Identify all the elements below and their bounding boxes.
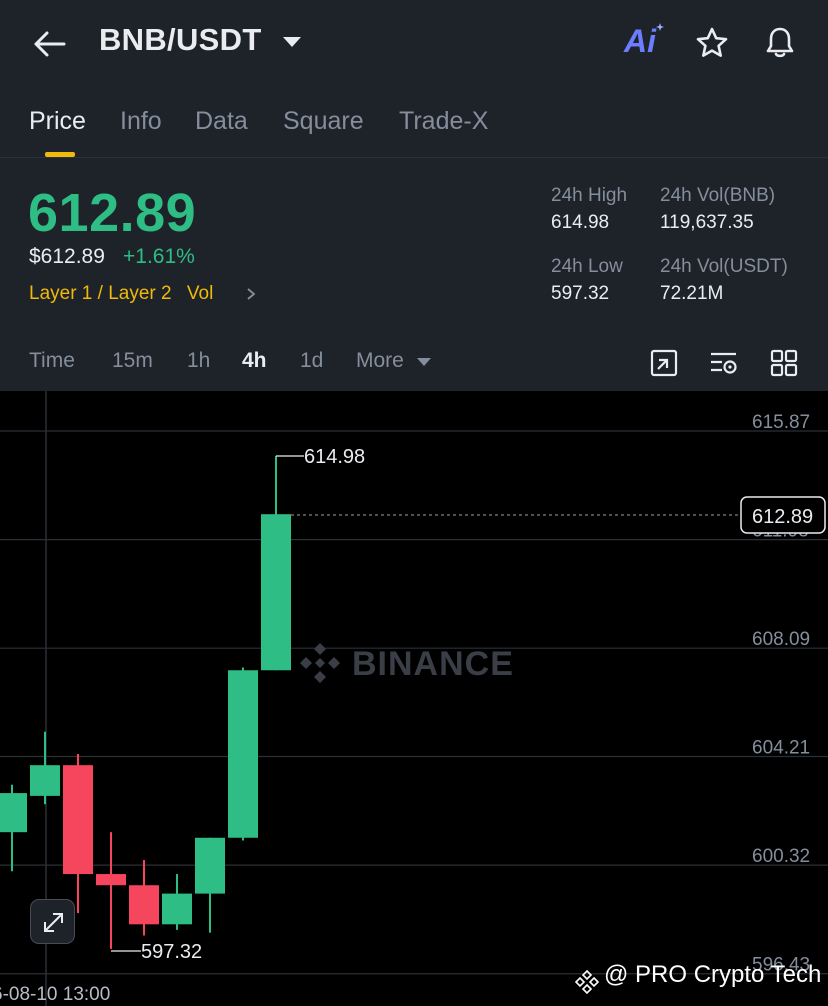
candlestick-chart[interactable]: 615.87611.98608.09604.21600.32596.43 BIN…: [0, 391, 828, 1006]
candle-body: [129, 885, 159, 925]
y-axis-tick-label: 615.87: [752, 412, 810, 433]
candle: [63, 754, 93, 914]
vol-quote-label: 24h Vol(USDT): [660, 256, 788, 277]
sector-tag[interactable]: Layer 1 / Layer 2 Vol: [29, 283, 213, 305]
high-label: 24h High: [551, 185, 628, 206]
vol-quote-value: 72.21M: [660, 283, 724, 304]
candle: [228, 667, 258, 841]
current-price-label: 612.89: [752, 506, 813, 528]
low-value: 597.32: [551, 283, 610, 304]
x-axis-time-label: 6-08-10 13:00: [0, 984, 110, 1005]
candles: [0, 455, 291, 949]
tab-square[interactable]: Square: [283, 107, 364, 136]
tab-price[interactable]: Price: [29, 107, 86, 136]
header: BNB/USDT Ai: [0, 0, 828, 90]
timeframe-more[interactable]: More: [356, 349, 404, 373]
chart-canvas[interactable]: 615.87611.98608.09604.21600.32596.43 BIN…: [0, 391, 828, 1006]
candle: [162, 874, 192, 930]
candle-body: [63, 765, 93, 875]
timeframe-time[interactable]: Time: [29, 349, 75, 373]
candle-body: [228, 670, 258, 838]
high-value: 614.98: [551, 212, 610, 233]
chart-grid: 615.87611.98608.09604.21600.32596.43: [0, 412, 828, 976]
chart-mode-icon[interactable]: [649, 348, 679, 378]
candle-body: [162, 893, 192, 925]
caret-down-icon[interactable]: [283, 37, 301, 47]
watermark-text: BINANCE: [352, 645, 514, 683]
tab-info[interactable]: Info: [120, 107, 162, 136]
timeframe-15m[interactable]: 15m: [112, 349, 153, 373]
tab-bar: Price Info Data Square Trade-X: [0, 100, 828, 158]
back-arrow-icon[interactable]: [30, 24, 70, 64]
last-price: 612.89: [28, 183, 197, 243]
sector-label: Layer 1 / Layer 2: [29, 283, 172, 304]
indicator-settings-icon[interactable]: [709, 348, 739, 378]
y-axis-tick-label: 608.09: [752, 629, 810, 650]
candle: [96, 832, 126, 949]
candle: [0, 784, 27, 872]
candle-body: [30, 765, 60, 796]
low-label: 24h Low: [551, 256, 623, 277]
credit-label: @ PRO Crypto Tech: [604, 961, 822, 988]
ai-sparkle-icon: [656, 23, 664, 31]
binance-watermark: BINANCE: [300, 643, 514, 683]
candle-body: [195, 837, 225, 894]
low-marker-label: 597.32: [141, 941, 202, 963]
pair-title[interactable]: BNB/USDT: [99, 22, 262, 58]
expand-icon: [44, 913, 63, 932]
chevron-right-icon[interactable]: [244, 286, 258, 302]
high-marker-label: 614.98: [304, 446, 365, 468]
vol-base-value: 119,637.35: [660, 212, 754, 233]
candle: [261, 455, 291, 671]
binance-logo-icon: [574, 969, 600, 995]
timeframe-1h[interactable]: 1h: [187, 349, 210, 373]
bell-icon[interactable]: [762, 24, 798, 60]
y-axis-tick-label: 604.21: [752, 738, 810, 759]
timeframe-1d[interactable]: 1d: [300, 349, 323, 373]
candle: [195, 837, 225, 933]
vol-base-label: 24h Vol(BNB): [660, 185, 776, 206]
top-panel: BNB/USDT Ai Price Info Data Square Trade…: [0, 0, 828, 391]
ai-icon[interactable]: Ai: [624, 23, 656, 60]
tab-data[interactable]: Data: [195, 107, 248, 136]
candle: [129, 860, 159, 936]
sector-extra: Vol: [186, 283, 214, 304]
active-tab-indicator: [45, 152, 75, 157]
fullscreen-button[interactable]: [30, 899, 75, 944]
grid-layout-icon[interactable]: [769, 348, 799, 378]
timeframe-bar: Time 15m 1h 4h 1d More: [0, 340, 828, 384]
more-caret-icon[interactable]: [417, 358, 431, 366]
candle-body: [0, 793, 27, 833]
price-change: +1.61%: [123, 245, 195, 268]
timeframe-4h[interactable]: 4h: [242, 349, 267, 373]
candle-body: [96, 874, 126, 886]
y-axis-tick-label: 600.32: [752, 846, 810, 867]
candle-body: [261, 514, 291, 671]
tab-trade-x[interactable]: Trade-X: [399, 107, 488, 136]
star-icon[interactable]: [694, 25, 730, 61]
usd-price: $612.89: [29, 245, 105, 268]
candle: [30, 731, 60, 805]
